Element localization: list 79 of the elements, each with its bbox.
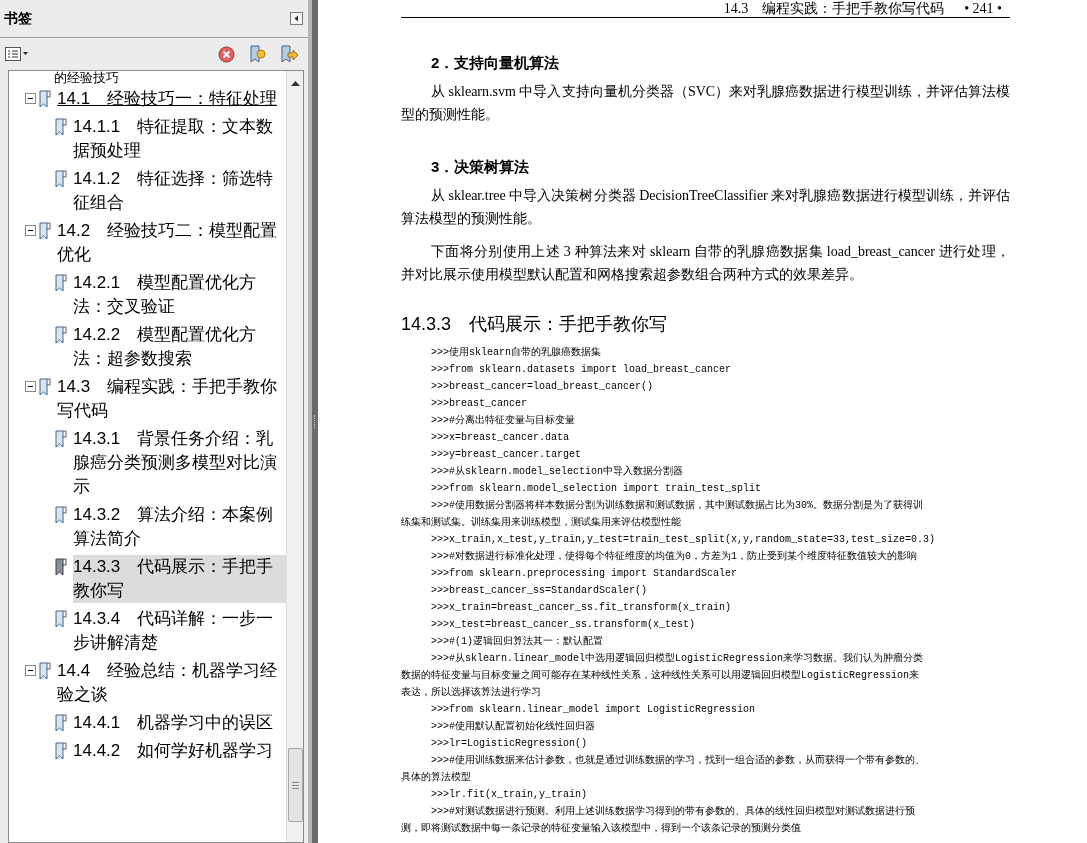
- paragraph: 从 sklear.tree 中导入决策树分类器 DecisionTreeClassifier 来对乳腺癌数据进行模型训练，并评估算法模型的预测性能。: [401, 187, 1010, 228]
- paragraph: 下面将分别使用上述 3 种算法来对 sklearn 自带的乳腺癌数据集 load_breast_cancer 进行处理，并对比展示使用模型默认配置和网格搜索超参数组合两种方式的效果差异。: [401, 243, 1010, 284]
- options-menu-icon[interactable]: [5, 47, 29, 61]
- code-line: >>>breast_cancer=load_breast_cancer(): [430, 380, 655, 394]
- bookmark-icon: [55, 118, 67, 136]
- code-line: >>>from sklearn.datasets import load_breast_cancer: [430, 363, 733, 377]
- code-line: >>>#使用训练数据来估计参数，也就是通过训练数据的学习，找到一组合适的参数，从而获得一个带有参数的、: [430, 753, 926, 768]
- subheading: 2．支持向量机算法: [430, 53, 561, 73]
- bookmark-icon: [55, 170, 67, 188]
- new-bookmark-icon[interactable]: [249, 45, 267, 63]
- code-line: >>>from sklearn.linear_model import LogisticRegression: [430, 703, 757, 717]
- code-line: >>>breast_cancer_ss=StandardScaler(): [430, 584, 649, 598]
- bookmark-icon: [55, 714, 67, 732]
- code-line: >>>使用sklearn自带的乳腺癌数据集: [430, 345, 602, 360]
- code-line: >>>#使用默认配置初始化线性回归器: [430, 719, 596, 734]
- scroll-up-arrow-icon[interactable]: [290, 81, 300, 86]
- paragraph: 从 sklearn.svm 中导入支持向量机分类器（SVC）来对乳腺癌数据进行模型训练，并评估算法模型的预测性能。: [401, 83, 1010, 124]
- code-line: 数据的特征变量与目标变量之间可能存在某种线性关系，这种线性关系可以用逻辑回归模型LogisticRegression来: [401, 668, 921, 683]
- scrollbar-thumb[interactable]: [287, 748, 303, 822]
- code-line: >>>x_train=breast_cancer_ss.fit_transform(x_train): [430, 601, 733, 615]
- bookmark-icon: [39, 662, 51, 680]
- bookmark-label[interactable]: 14.3.3 代码展示：手把手教你写: [73, 555, 286, 603]
- bookmark-label[interactable]: 14.3.1 背景任务介绍：乳腺癌分类预测多模型对比演示: [73, 427, 286, 499]
- code-line: >>>breast_cancer: [430, 397, 528, 411]
- bookmark-label[interactable]: 14.4.1 机器学习中的误区: [73, 711, 286, 735]
- code-line: >>>y=breast_cancer.target: [430, 448, 583, 462]
- code-line: 测，即将测试数据中每一条记录的特征变量输入该模型中，得到一个该条记录的预测分类值: [401, 821, 802, 836]
- collapse-toggle[interactable]: [25, 93, 36, 104]
- code-line: >>>x=breast_cancer.data: [430, 431, 571, 445]
- subheading: 3．决策树算法: [430, 157, 531, 177]
- bookmark-label[interactable]: 14.4.2 如何学好机器学习: [73, 739, 286, 763]
- code-line: >>>lr.fit(x_train,y_train): [430, 788, 589, 802]
- bookmark-label[interactable]: 14.4 经验总结：机器学习经验之谈: [57, 659, 286, 707]
- running-head: 14.3 编程实践：手把手教你写代码: [723, 1, 945, 17]
- bookmark-icon: [55, 610, 67, 628]
- code-line: >>>#(1)逻辑回归算法其一：默认配置: [430, 634, 604, 649]
- code-line: >>>#分离出特征变量与目标变量: [430, 413, 576, 428]
- collapse-panel-icon[interactable]: [290, 12, 303, 25]
- bookmark-icon: [55, 326, 67, 344]
- code-line: >>>#使用数据分割器将样本数据分割为训练数据和测试数据，其中测试数据占比为30%。数据分割是为了获得训: [430, 498, 924, 513]
- bookmark-icon: [55, 506, 67, 524]
- bookmark-label[interactable]: 14.2 经验技巧二：模型配置优化: [57, 219, 286, 267]
- bookmark-arrow-icon[interactable]: [280, 45, 299, 63]
- bookmark-icon: [55, 742, 67, 760]
- bookmark-icon: [39, 90, 51, 108]
- bookmark-label[interactable]: 14.3.2 算法介绍：本案例算法简介: [73, 503, 286, 551]
- code-line: >>>x_test=breast_cancer_ss.transform(x_test): [430, 618, 697, 632]
- bookmark-label[interactable]: 14.1 经验技巧一：特征处理: [57, 87, 286, 111]
- bookmark-label[interactable]: 的经验技巧: [9, 71, 286, 85]
- bookmark-label[interactable]: 14.3 编程实践：手把手教你写代码: [57, 375, 286, 423]
- code-line: >>>#对数据进行标准化处理，使得每个特征维度的均值为0，方差为1，防止受到某个维度特征数值较大的影响: [430, 549, 918, 564]
- bookmark-label[interactable]: 14.1.1 特征提取：文本数据预处理: [73, 115, 286, 163]
- collapse-toggle[interactable]: [25, 381, 36, 392]
- bookmark-icon: [55, 558, 67, 576]
- code-line: >>>from sklearn.model_selection import train_test_split: [430, 482, 763, 496]
- code-line: 练集和测试集。训练集用来训练模型，测试集用来评估模型性能: [401, 515, 682, 530]
- bookmark-icon: [55, 430, 67, 448]
- code-line: 表达，所以选择该算法进行学习: [401, 685, 542, 700]
- code-line: >>>x_train,x_test,y_train,y_test=train_test_split(x,y,random_state=33,test_size=0.3): [430, 533, 937, 547]
- code-line: 具体的算法模型: [401, 771, 472, 785]
- delete-icon[interactable]: [218, 45, 235, 63]
- code-line: >>>from sklearn.preprocessing import StandardScaler: [430, 567, 739, 581]
- section-heading: 14.3.3 代码展示：手把手教你写: [401, 313, 669, 336]
- panel-title: 书签: [4, 9, 32, 28]
- bookmark-icon: [39, 222, 51, 240]
- bookmark-label[interactable]: 14.2.1 模型配置优化方法：交叉验证: [73, 271, 286, 319]
- bookmark-label[interactable]: 14.1.2 特征选择：筛选特征组合: [73, 167, 286, 215]
- bookmark-icon: [55, 274, 67, 292]
- bookmark-label[interactable]: 14.3.4 代码详解：一步一步讲解清楚: [73, 607, 286, 655]
- bookmark-icon: [39, 378, 51, 396]
- collapse-toggle[interactable]: [25, 225, 36, 236]
- code-line: >>>#从sklearn.linear_model中选用逻辑回归模型LogisticRegression来学习数据。我们认为肿瘤分类: [430, 651, 925, 666]
- page-number: • 241 •: [964, 1, 1002, 17]
- bookmark-label[interactable]: 14.2.2 模型配置优化方法：超参数搜索: [73, 323, 286, 371]
- scrollbar[interactable]: [286, 71, 303, 842]
- code-line: >>>#从sklearn.model_selection中导入数据分割器: [430, 464, 685, 479]
- code-line: >>>#对测试数据进行预测。利用上述训练数据学习得到的带有参数的、具体的线性回归模型对测试数据进行预: [430, 804, 916, 819]
- code-line: >>>lr=LogisticRegression(): [430, 737, 589, 751]
- collapse-toggle[interactable]: [25, 665, 36, 676]
